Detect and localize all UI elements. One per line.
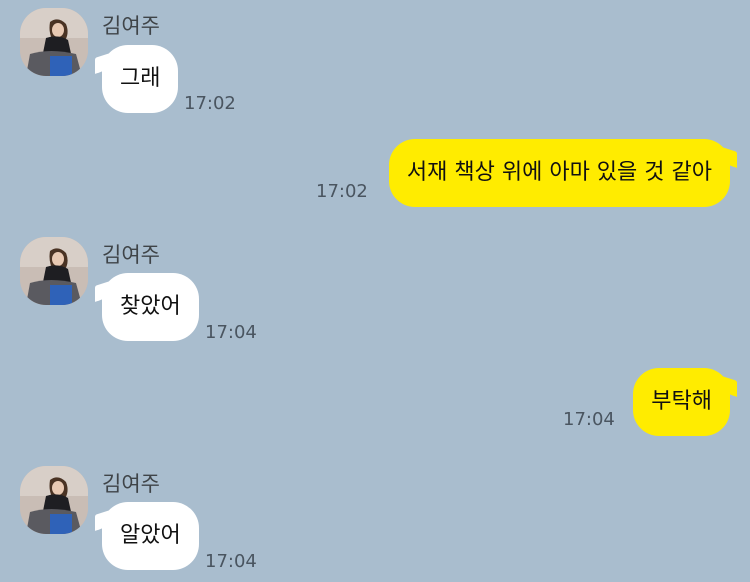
message-time: 17:04	[205, 322, 257, 343]
message-bubble[interactable]: 알았어	[102, 502, 199, 570]
message-bubble[interactable]: 부탁해	[633, 368, 730, 436]
message-time: 17:04	[563, 409, 615, 430]
profile-photo-icon	[20, 237, 88, 305]
message-bubble[interactable]: 그래	[102, 45, 179, 113]
sender-name: 김여주	[102, 243, 160, 267]
message-bubble[interactable]: 서재 책상 위에 아마 있을 것 같아	[388, 139, 730, 207]
sender-name: 김여주	[102, 14, 160, 38]
sender-name: 김여주	[102, 472, 160, 496]
sender-avatar[interactable]	[20, 8, 88, 76]
sender-avatar[interactable]	[20, 466, 88, 534]
profile-photo-icon	[20, 466, 88, 534]
sender-avatar[interactable]	[20, 237, 88, 305]
message-bubble[interactable]: 찾았어	[102, 273, 199, 341]
message-time: 17:04	[205, 551, 257, 572]
message-time: 17:02	[184, 93, 236, 114]
chat-area[interactable]: 김여주 그래 17:02 17:02 서재 책상 위에 아마 있을 것 같아 김…	[0, 0, 750, 582]
profile-photo-icon	[20, 8, 88, 76]
message-time: 17:02	[316, 181, 368, 202]
